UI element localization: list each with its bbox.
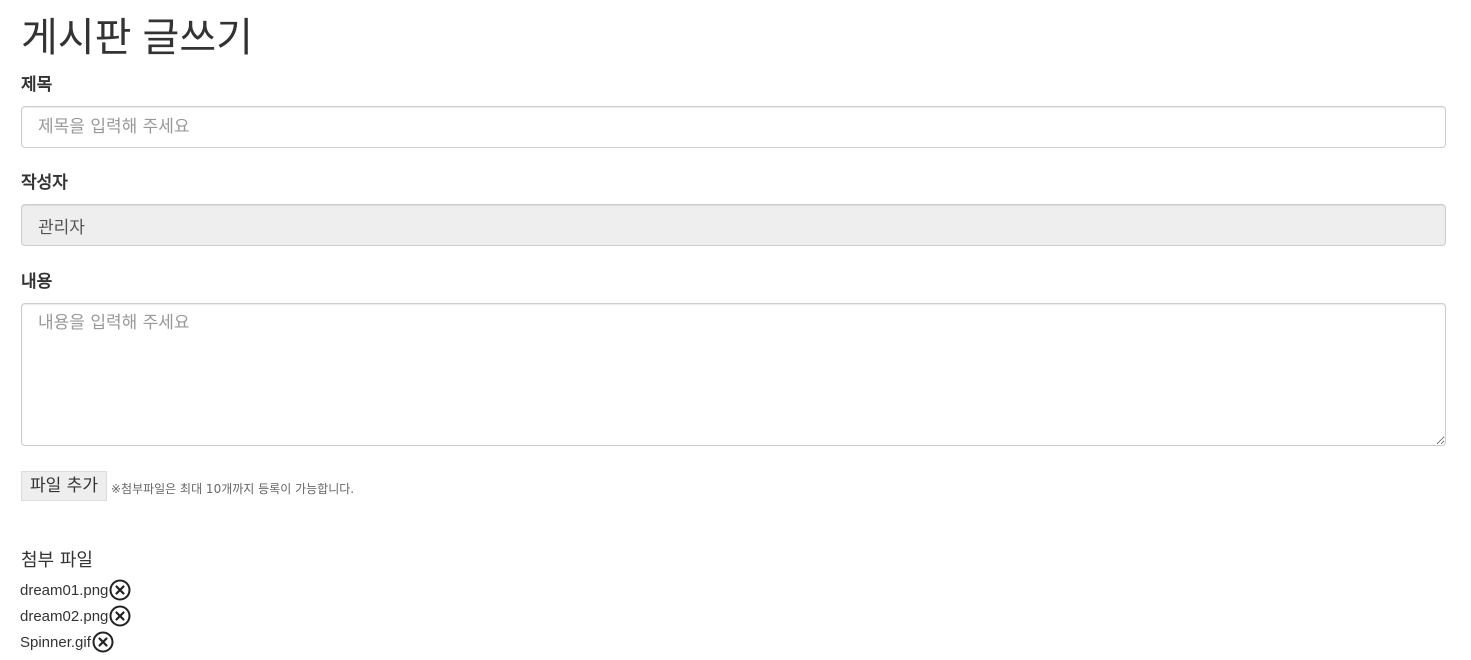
attachment-item: dream01.png — [20, 577, 131, 603]
page-title: 게시판 글쓰기 — [21, 16, 253, 60]
file-limit-hint: ※첨부파일은 최대 10개까지 등록이 가능합니다. — [110, 481, 355, 496]
attachment-filename: Spinner.gif — [20, 633, 91, 651]
author-label: 작성자 — [21, 173, 68, 192]
title-label: 제목 — [21, 75, 53, 94]
file-add-row: 파일 추가 ※첨부파일은 최대 10개까지 등록이 가능합니다. — [21, 471, 354, 501]
attachment-list: dream01.png dream02.png Spinner.gif — [20, 577, 131, 655]
file-add-button[interactable]: 파일 추가 — [21, 471, 107, 501]
remove-attachment-icon[interactable] — [109, 605, 131, 627]
remove-attachment-icon[interactable] — [109, 579, 131, 601]
attachments-title: 첨부 파일 — [21, 550, 93, 571]
remove-attachment-icon[interactable] — [92, 631, 114, 653]
attachment-filename: dream01.png — [20, 581, 109, 599]
attachment-item: Spinner.gif — [20, 629, 131, 655]
title-input[interactable] — [21, 106, 1446, 148]
author-input — [21, 204, 1446, 246]
attachment-filename: dream02.png — [20, 607, 109, 625]
board-write-page: 게시판 글쓰기 제목 작성자 내용 파일 추가 ※첨부파일은 최대 10개까지 … — [0, 0, 1471, 660]
content-label: 내용 — [21, 272, 53, 291]
attachment-item: dream02.png — [20, 603, 131, 629]
content-textarea[interactable] — [21, 303, 1446, 446]
